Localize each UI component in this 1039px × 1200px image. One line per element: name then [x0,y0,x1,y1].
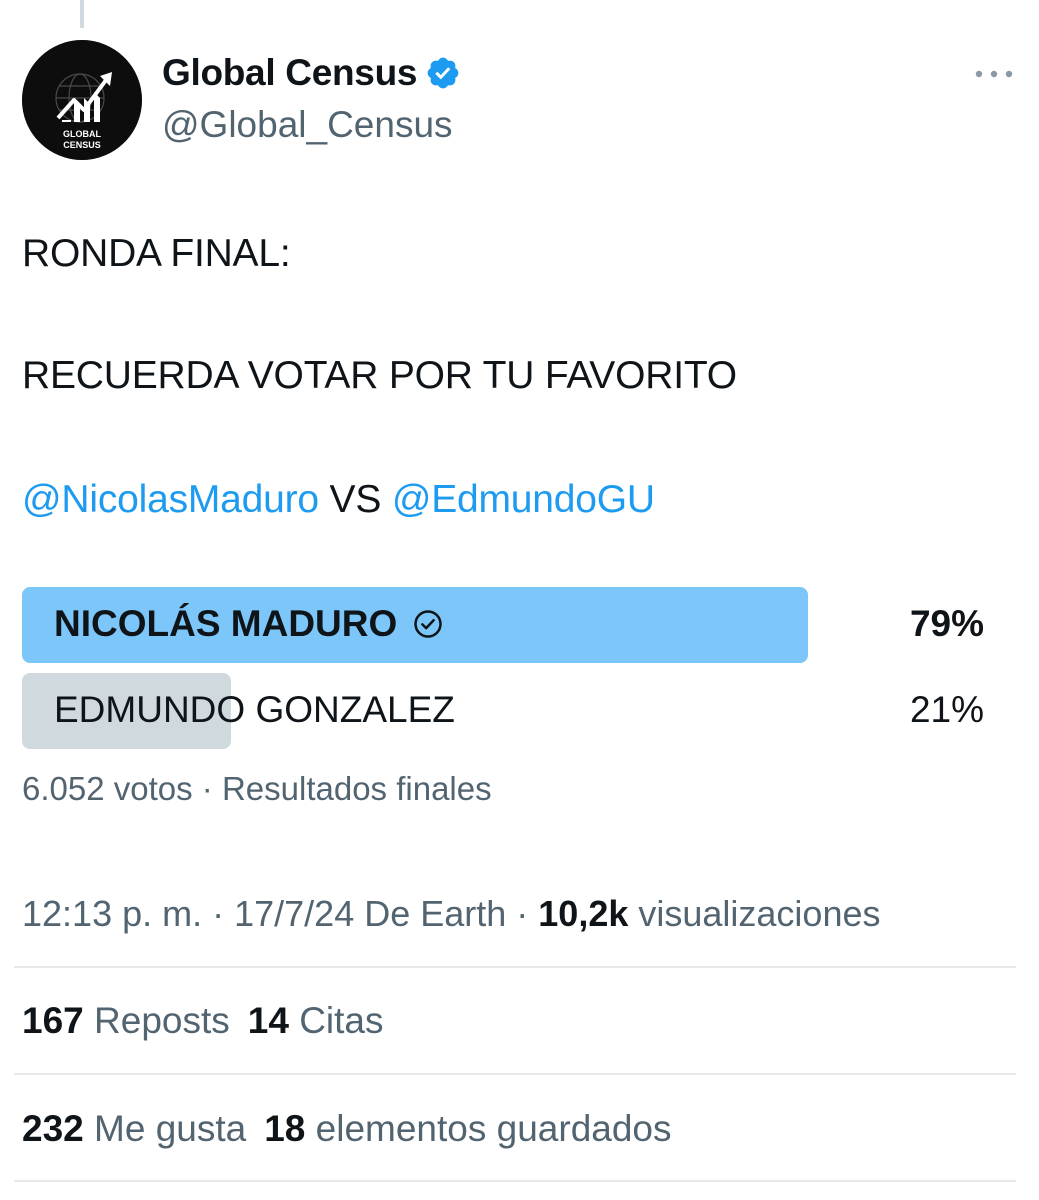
logo-text-bottom: CENSUS [63,140,101,150]
verified-badge-icon[interactable] [425,55,461,91]
bookmarks-count: 18 [264,1108,306,1149]
tweet-text-line-2: RECUERDA VOTAR POR TU FAVORITO [22,354,737,397]
reposts-label: Reposts [94,1000,230,1041]
views-count: 10,2k [538,893,629,934]
quotes-stat[interactable]: 14 Citas [248,1000,384,1041]
poll-option-percent: 79% [909,603,984,644]
thread-connector-line [80,0,84,28]
quotes-count: 14 [247,1000,289,1041]
timestamp-line: 12:13 p. m. · 17/7/24 De Earth · 10,2k v… [22,893,881,935]
reposts-count: 167 [22,1000,84,1041]
poll-option-2: EDMUNDO GONZALEZ 21% [22,673,992,749]
poll-option-percent: 21% [909,689,984,730]
likes-stat[interactable]: 232 Me gusta [22,1108,246,1149]
author-handle[interactable]: @Global_Census [162,104,453,146]
poll-meta: 6.052 votos · Resultados finales [22,770,492,807]
global-census-logo-icon: GLOBAL CENSUS [22,40,142,160]
divider [14,1073,1016,1075]
divider [14,966,1016,968]
tweet-text-line-1: RONDA FINAL: [22,232,291,275]
display-name-text: Global Census [162,52,418,93]
bookmarks-label: elementos guardados [315,1108,672,1149]
tweet-text-line-3: @NicolasMaduro VS @EdmundoGU [22,478,655,522]
poll-option-1: NICOLÁS MADURO 79% [22,587,992,663]
views-label: visualizaciones [628,893,881,934]
likes-count: 232 [22,1108,84,1149]
avatar[interactable]: GLOBAL CENSUS [22,40,142,160]
divider [14,1180,1016,1182]
poll-option-text: EDMUNDO GONZALEZ [54,689,455,730]
check-circle-icon [414,610,443,638]
stats-row-likes: 232 Me gusta 18 elementos guardados [22,1108,672,1150]
bookmarks-stat[interactable]: 18 elementos guardados [264,1108,671,1149]
more-options-icon[interactable] [972,62,1016,86]
mention-nicolasmaduro-link[interactable]: @NicolasMaduro [22,478,319,521]
poll-option-text: NICOLÁS MADURO [54,603,398,644]
mention-edmundogu-link[interactable]: @EdmundoGU [392,478,655,521]
stats-row-reposts: 167 Reposts 14 Citas [22,1000,384,1042]
author-display-name[interactable]: Global Census [162,52,461,94]
quotes-label: Citas [299,1000,384,1041]
poll-option-label: NICOLÁS MADURO [54,603,443,645]
reposts-stat[interactable]: 167 Reposts [22,1000,230,1041]
vs-text: VS [318,478,392,521]
logo-text-top: GLOBAL [63,129,101,139]
poll-option-label: EDMUNDO GONZALEZ [54,689,455,731]
timestamp-text[interactable]: 12:13 p. m. · 17/7/24 De Earth · [22,893,538,934]
likes-label: Me gusta [94,1108,247,1149]
